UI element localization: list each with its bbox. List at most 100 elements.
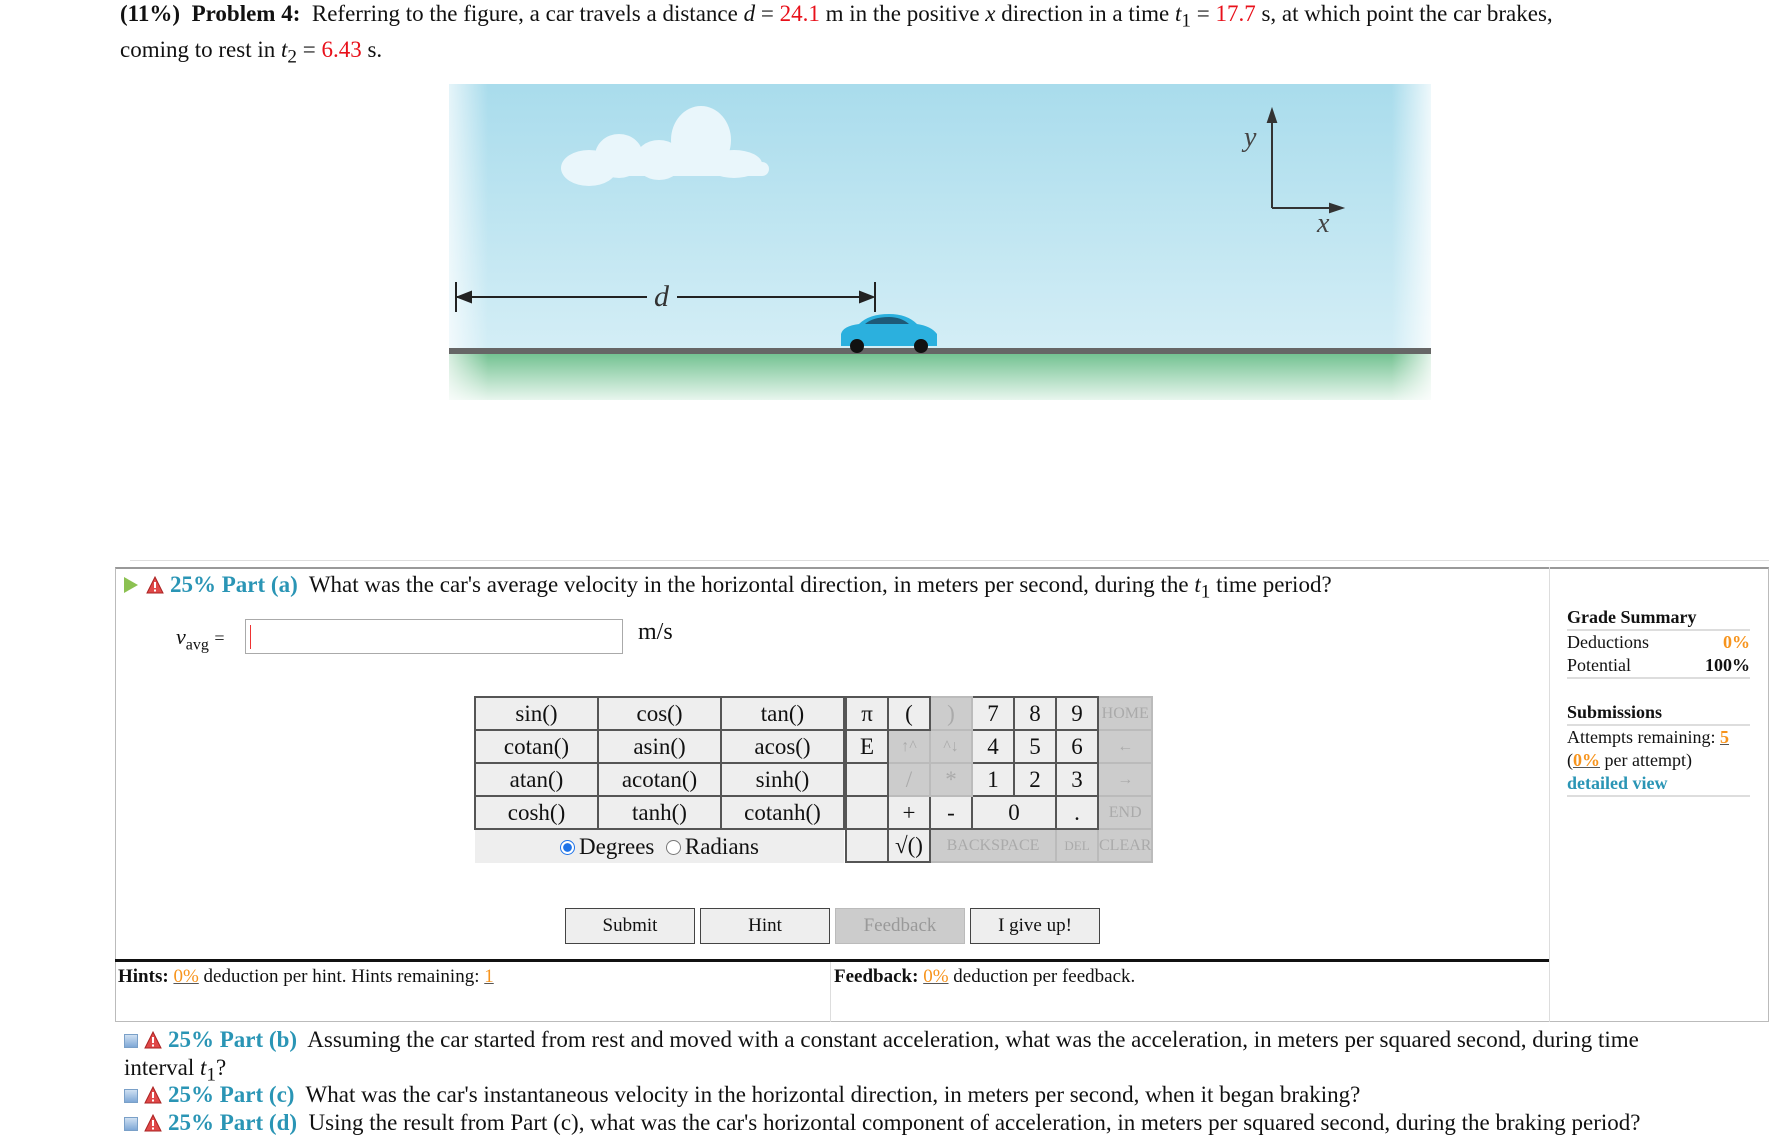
key-up-caret[interactable]: ↑^ xyxy=(887,729,931,764)
key-8[interactable]: 8 xyxy=(1013,696,1057,731)
problem-line-2: coming to rest in t2 = 6.43 s. xyxy=(120,36,1720,72)
divider xyxy=(1549,567,1550,1022)
deductions-value: 0% xyxy=(1723,632,1750,652)
calc-asin[interactable]: asin() xyxy=(597,729,722,764)
key-e[interactable]: E xyxy=(845,729,889,764)
hints-remaining: 1 xyxy=(484,966,494,987)
angle-mode: Degrees Radians xyxy=(475,829,844,863)
calc-tanh[interactable]: tanh() xyxy=(597,795,722,830)
key-open-paren[interactable]: ( xyxy=(887,696,931,731)
feedback-label: Feedback: xyxy=(834,966,919,987)
calc-cotan[interactable]: cotan() xyxy=(474,729,599,764)
key-pi[interactable]: π xyxy=(845,696,889,731)
calc-cosh[interactable]: cosh() xyxy=(474,795,599,830)
answer-var: v xyxy=(176,624,186,649)
expand-triangle-icon[interactable] xyxy=(124,577,138,593)
part-d-header[interactable]: 25% Part (d) Using the result from Part … xyxy=(124,1109,1640,1137)
per-attempt-value: 0% xyxy=(1573,750,1600,770)
submit-button[interactable]: Submit xyxy=(565,908,695,944)
potential-value: 100% xyxy=(1705,655,1750,675)
t2-value: 6.43 xyxy=(321,36,362,62)
text-caret xyxy=(250,625,251,649)
calc-cos[interactable]: cos() xyxy=(597,696,722,731)
degrees-label[interactable]: Degrees xyxy=(579,834,654,859)
key-del[interactable]: DEL xyxy=(1055,828,1099,863)
divider xyxy=(130,560,1769,561)
problem-text: Referring to the figure, a car travels a… xyxy=(311,1,738,26)
key-5[interactable]: 5 xyxy=(1013,729,1057,764)
calc-sinh[interactable]: sinh() xyxy=(720,762,845,797)
collapsed-box-icon[interactable] xyxy=(124,1034,138,1048)
key-close-paren[interactable]: ) xyxy=(929,696,973,731)
part-a-question: What was the car's average velocity in t… xyxy=(308,572,1189,597)
key-0[interactable]: 0 xyxy=(971,795,1057,830)
problem-statement: (11%) Problem 4: Referring to the figure… xyxy=(120,0,1720,71)
t1-after-text: s, at which point the car brakes, xyxy=(1261,1,1553,26)
axis-x-label: x xyxy=(1316,208,1330,239)
part-a-weight: 25% Part (a) xyxy=(170,572,298,597)
per-attempt-row: (0% per attempt) xyxy=(1567,749,1750,772)
collapsed-box-icon[interactable] xyxy=(124,1089,138,1103)
give-up-button[interactable]: I give up! xyxy=(970,908,1100,944)
feedback-button[interactable]: Feedback xyxy=(835,908,965,944)
grade-summary: Grade Summary Deductions 0% Potential 10… xyxy=(1567,606,1750,797)
equals-sign: = xyxy=(1196,1,1210,26)
key-3[interactable]: 3 xyxy=(1055,762,1099,797)
hint-button[interactable]: Hint xyxy=(700,908,830,944)
key-clear[interactable]: CLEAR xyxy=(1096,828,1154,863)
part-a-header[interactable]: 25% Part (a) What was the car's average … xyxy=(124,571,1332,607)
potential-label: Potential xyxy=(1567,655,1631,675)
radians-radio[interactable] xyxy=(665,839,681,855)
calc-tan[interactable]: tan() xyxy=(720,696,845,731)
key-caret-down[interactable]: ^↓ xyxy=(929,729,973,764)
attempts-label: Attempts remaining: xyxy=(1567,727,1716,747)
hint-deduction: 0% xyxy=(173,966,199,987)
part-d-weight: 25% Part (d) xyxy=(168,1110,298,1135)
part-c-header[interactable]: 25% Part (c) What was the car's instanta… xyxy=(124,1081,1360,1109)
car-diagram: y x d xyxy=(449,84,1431,400)
problem-figure: y x d xyxy=(449,84,1431,400)
key-plus[interactable]: + xyxy=(887,795,931,830)
key-minus[interactable]: - xyxy=(929,795,973,830)
attempts-value: 5 xyxy=(1719,727,1729,747)
grade-summary-title: Grade Summary xyxy=(1567,606,1750,631)
part-c-question: What was the car's instantaneous velocit… xyxy=(305,1082,1361,1107)
key-end[interactable]: END xyxy=(1096,795,1154,830)
key-multiply[interactable]: * xyxy=(929,762,973,797)
key-2[interactable]: 2 xyxy=(1013,762,1057,797)
key-4[interactable]: 4 xyxy=(971,729,1015,764)
calc-sin[interactable]: sin() xyxy=(474,696,599,731)
hints-info: Hints: 0% deduction per hint. Hints rema… xyxy=(118,966,494,988)
hints-label: Hints: xyxy=(118,966,169,987)
x-symbol: x xyxy=(985,1,996,26)
per-attempt-text: per attempt) xyxy=(1604,750,1692,770)
calc-acos[interactable]: acos() xyxy=(720,729,845,764)
key-6[interactable]: 6 xyxy=(1055,729,1099,764)
radians-label[interactable]: Radians xyxy=(685,834,759,859)
degrees-radio[interactable] xyxy=(560,839,576,855)
detailed-view-link[interactable]: detailed view xyxy=(1567,773,1668,793)
key-9[interactable]: 9 xyxy=(1055,696,1099,731)
key-sqrt[interactable]: √() xyxy=(887,828,931,863)
key-divide[interactable]: / xyxy=(887,762,931,797)
calc-cotanh[interactable]: cotanh() xyxy=(720,795,845,830)
answer-input[interactable] xyxy=(245,619,623,654)
qmark: ? xyxy=(215,1055,227,1080)
calc-acotan[interactable]: acotan() xyxy=(597,762,722,797)
key-home[interactable]: HOME xyxy=(1096,696,1154,731)
key-left-arrow[interactable]: ← xyxy=(1096,729,1154,764)
calc-atan[interactable]: atan() xyxy=(474,762,599,797)
detailed-view-row: detailed view xyxy=(1567,772,1750,797)
calculator-keypad: π ( ) 7 8 9 HOME E ↑^ ^↓ 4 5 6 ← / * 1 2… xyxy=(845,696,1237,863)
warning-icon xyxy=(144,1086,162,1104)
collapsed-box-icon[interactable] xyxy=(124,1117,138,1131)
key-1[interactable]: 1 xyxy=(971,762,1015,797)
feedback-text: deduction per feedback. xyxy=(953,966,1136,987)
key-backspace[interactable]: BACKSPACE xyxy=(929,828,1057,863)
key-right-arrow[interactable]: → xyxy=(1096,762,1154,797)
key-dot[interactable]: . xyxy=(1055,795,1099,830)
key-7[interactable]: 7 xyxy=(971,696,1015,731)
t2-after-text: s. xyxy=(367,36,383,62)
t-sub: 1 xyxy=(1200,581,1211,603)
divider xyxy=(830,962,831,1022)
